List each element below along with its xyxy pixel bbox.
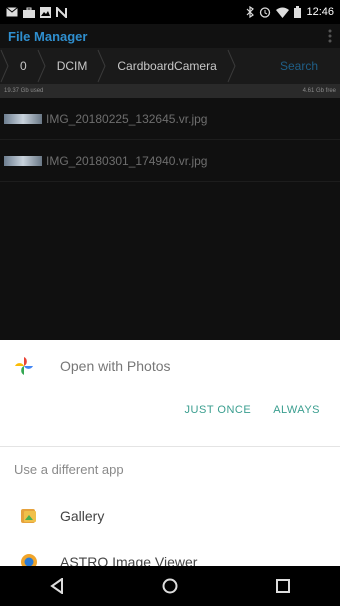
home-button[interactable] [150, 566, 190, 606]
n-icon [56, 6, 67, 18]
app-title: File Manager [8, 28, 88, 44]
crumb-separator [97, 48, 107, 84]
search-tab[interactable]: Search [280, 59, 340, 73]
divider [0, 446, 340, 447]
briefcase-icon [23, 7, 35, 18]
navigation-bar [0, 566, 340, 606]
file-name: IMG_20180301_174940.vr.jpg [46, 153, 208, 168]
open-with-label: Open with Photos [60, 358, 171, 374]
clock: 12:46 [306, 5, 334, 18]
email-icon [6, 7, 18, 17]
app-item-gallery[interactable]: Gallery [0, 496, 340, 536]
file-row[interactable]: IMG_20180225_132645.vr.jpg [0, 98, 340, 140]
image-icon [40, 6, 51, 18]
recents-button[interactable] [263, 566, 303, 606]
status-bar: 12:46 [0, 0, 340, 24]
app-label: Gallery [60, 508, 105, 524]
crumb-separator [227, 48, 237, 84]
file-list: IMG_20180225_132645.vr.jpg IMG_20180301_… [0, 98, 340, 340]
file-row[interactable]: IMG_20180301_174940.vr.jpg [0, 140, 340, 182]
recents-icon [276, 579, 291, 593]
breadcrumb-dcim[interactable]: DCIM [47, 48, 98, 84]
file-thumbnail [4, 113, 42, 124]
open-with-sheet: Open with Photos JUST ONCE ALWAYS Use a … [0, 340, 340, 570]
photos-icon [15, 357, 33, 375]
breadcrumb-cardboardcamera[interactable]: CardboardCamera [107, 48, 226, 84]
storage-free: 4.61 Gb free [302, 88, 336, 94]
wifi-icon [276, 7, 290, 18]
app-bar: File Manager [0, 24, 340, 48]
path-bar: 0 DCIM CardboardCamera Search [0, 48, 340, 84]
open-with-row: Open with Photos [0, 340, 340, 392]
breadcrumb-label: CardboardCamera [117, 59, 217, 73]
battery-icon [294, 6, 302, 18]
alarm-icon [260, 7, 271, 18]
overflow-menu-icon[interactable] [328, 29, 332, 43]
breadcrumb-label: 0 [20, 59, 27, 73]
always-button[interactable]: ALWAYS [273, 404, 320, 416]
system-icons: 12:46 [246, 6, 334, 18]
crumb-separator [37, 48, 47, 84]
breadcrumb-label: DCIM [56, 59, 88, 73]
different-app-label: Use a different app [14, 462, 124, 477]
just-once-button[interactable]: JUST ONCE [185, 404, 252, 416]
file-name: IMG_20180225_132645.vr.jpg [46, 111, 208, 126]
crumb-separator [0, 48, 10, 84]
file-thumbnail [4, 155, 42, 166]
back-icon [49, 578, 63, 594]
notification-icons [6, 6, 67, 18]
storage-used: 19.37 Gb used [4, 88, 44, 94]
sheet-actions: JUST ONCE ALWAYS [185, 404, 340, 416]
bluetooth-icon [247, 6, 255, 18]
breadcrumb-0[interactable]: 0 [10, 48, 37, 84]
home-icon [162, 578, 178, 594]
gallery-icon [21, 509, 36, 523]
storage-bar: 19.37 Gb used 4.61 Gb free [0, 84, 340, 98]
back-button[interactable] [37, 566, 77, 606]
